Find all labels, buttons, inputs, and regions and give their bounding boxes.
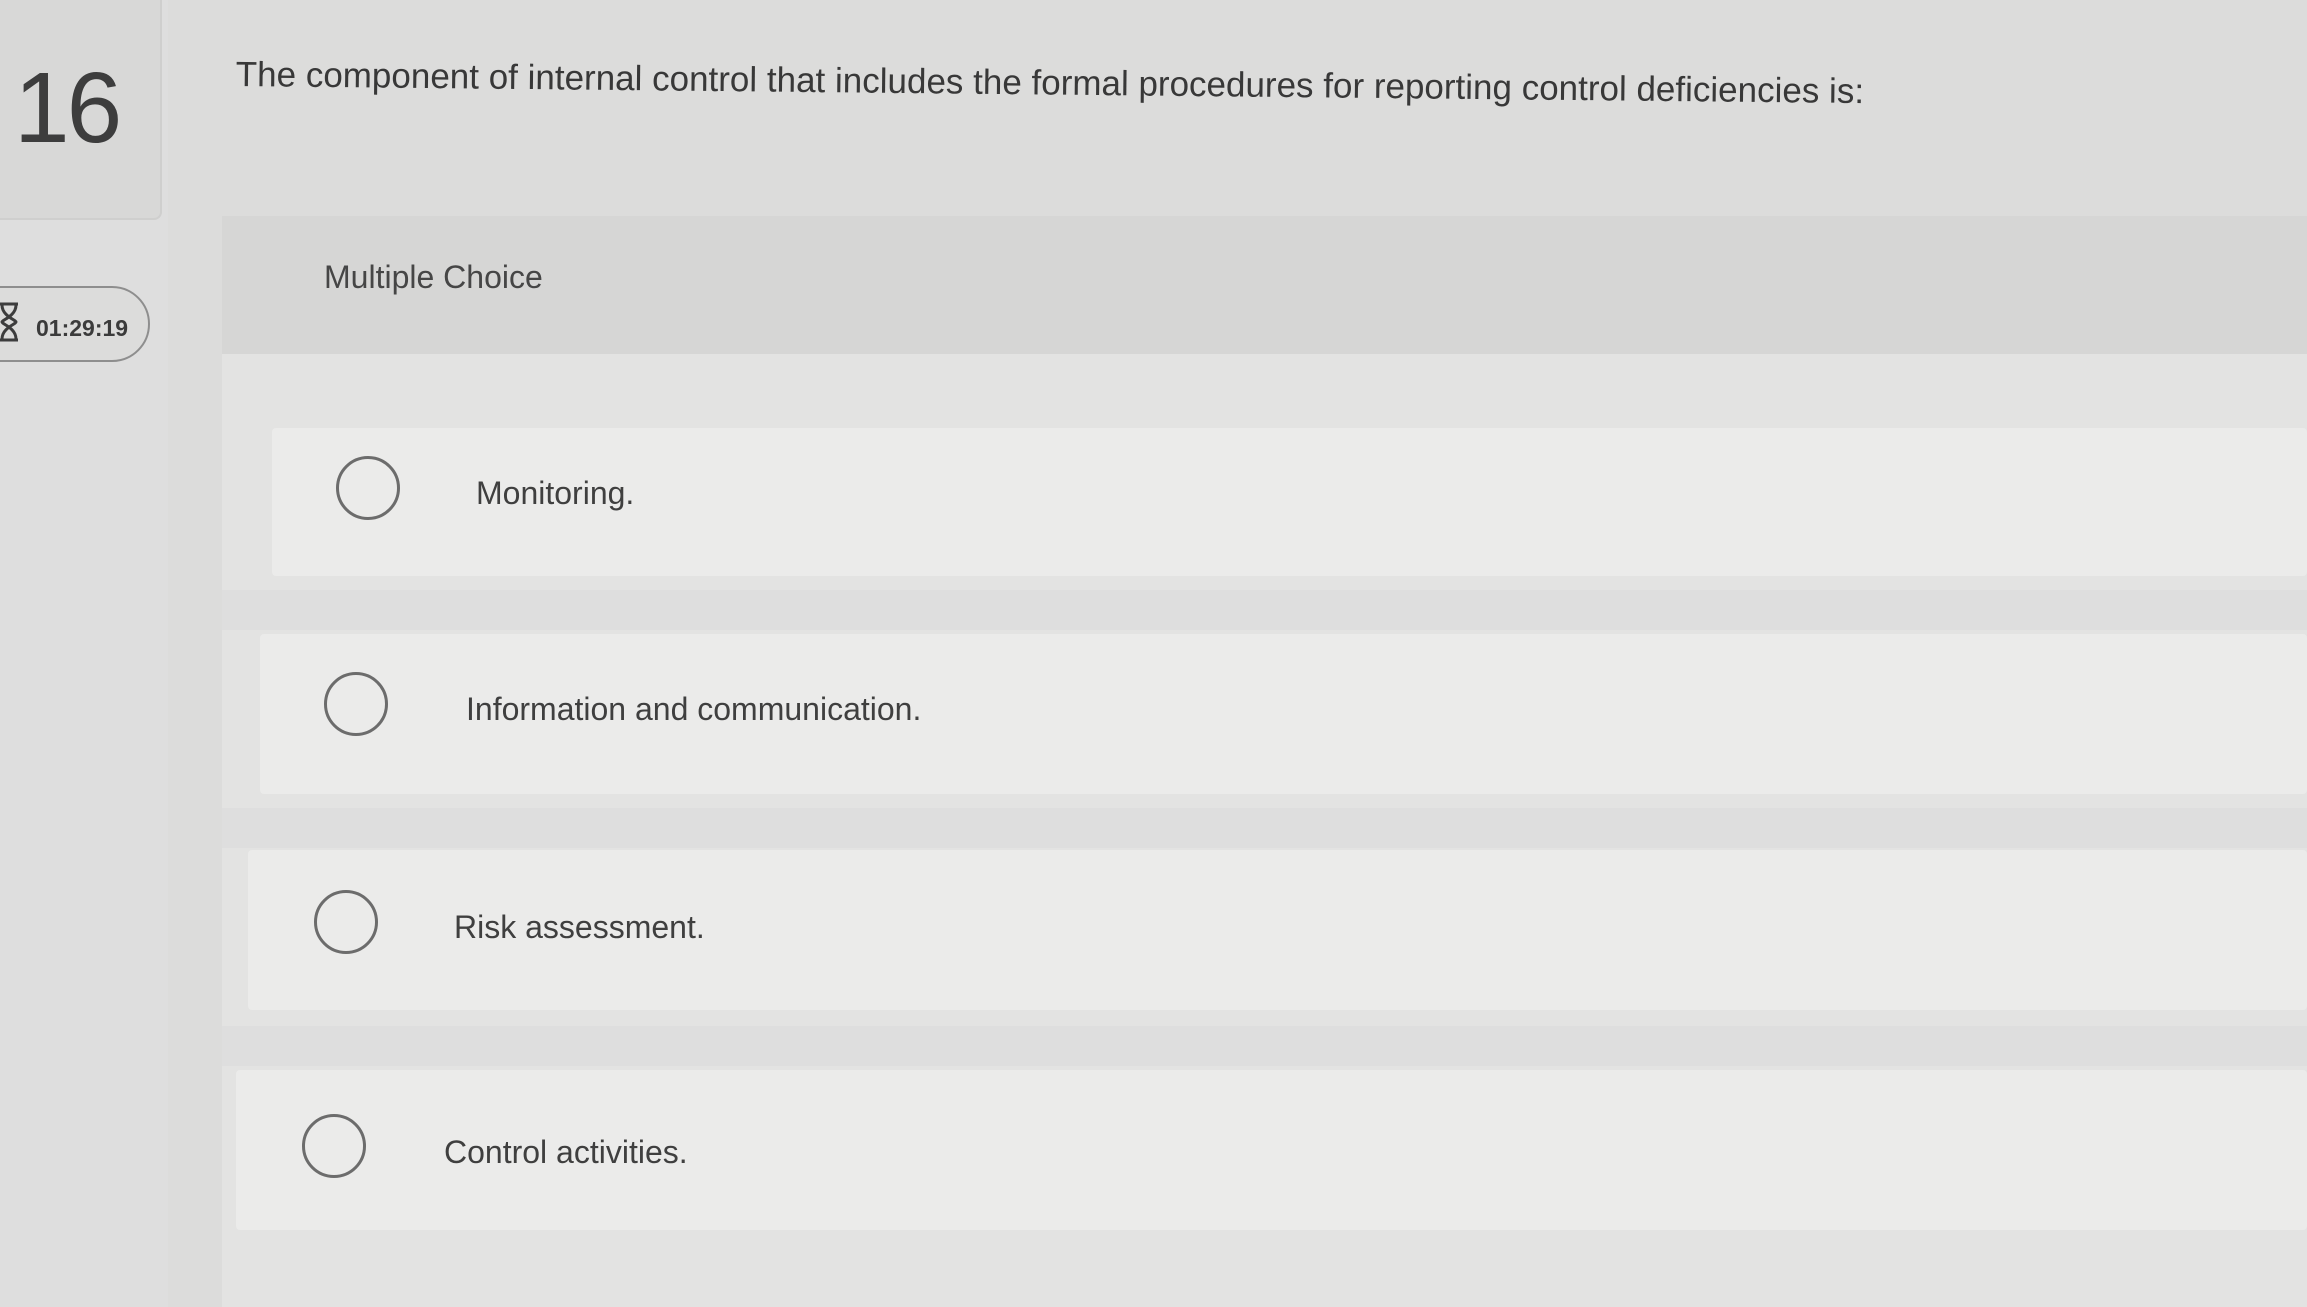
- radio-circle-icon[interactable]: [302, 1114, 366, 1178]
- separator: [222, 1026, 2307, 1066]
- radio-circle-icon[interactable]: [324, 672, 388, 736]
- timer[interactable]: 01:29:19: [0, 286, 150, 362]
- question-number-panel: 16: [0, 0, 162, 220]
- question-type-label: Multiple Choice: [324, 259, 543, 295]
- timer-value: 01:29:19: [36, 315, 129, 341]
- choice-option[interactable]: Monitoring.: [272, 428, 2307, 576]
- radio-circle-icon[interactable]: [314, 890, 378, 954]
- radio-circle-icon[interactable]: [336, 456, 400, 520]
- hourglass-icon: [0, 302, 18, 342]
- choice-option[interactable]: Information and communication.: [260, 634, 2307, 794]
- choice-label: Monitoring.: [476, 475, 635, 511]
- separator: [222, 808, 2307, 848]
- choice-label: Information and communication.: [466, 691, 922, 727]
- choice-label: Control activities.: [444, 1134, 688, 1170]
- choice-option[interactable]: Control activities.: [236, 1070, 2307, 1230]
- separator: [222, 590, 2307, 630]
- choice-option[interactable]: Risk assessment.: [248, 850, 2307, 1010]
- choice-label: Risk assessment.: [454, 909, 705, 945]
- question-prompt: The component of internal control that i…: [235, 54, 1865, 112]
- question-number: 16: [14, 52, 122, 164]
